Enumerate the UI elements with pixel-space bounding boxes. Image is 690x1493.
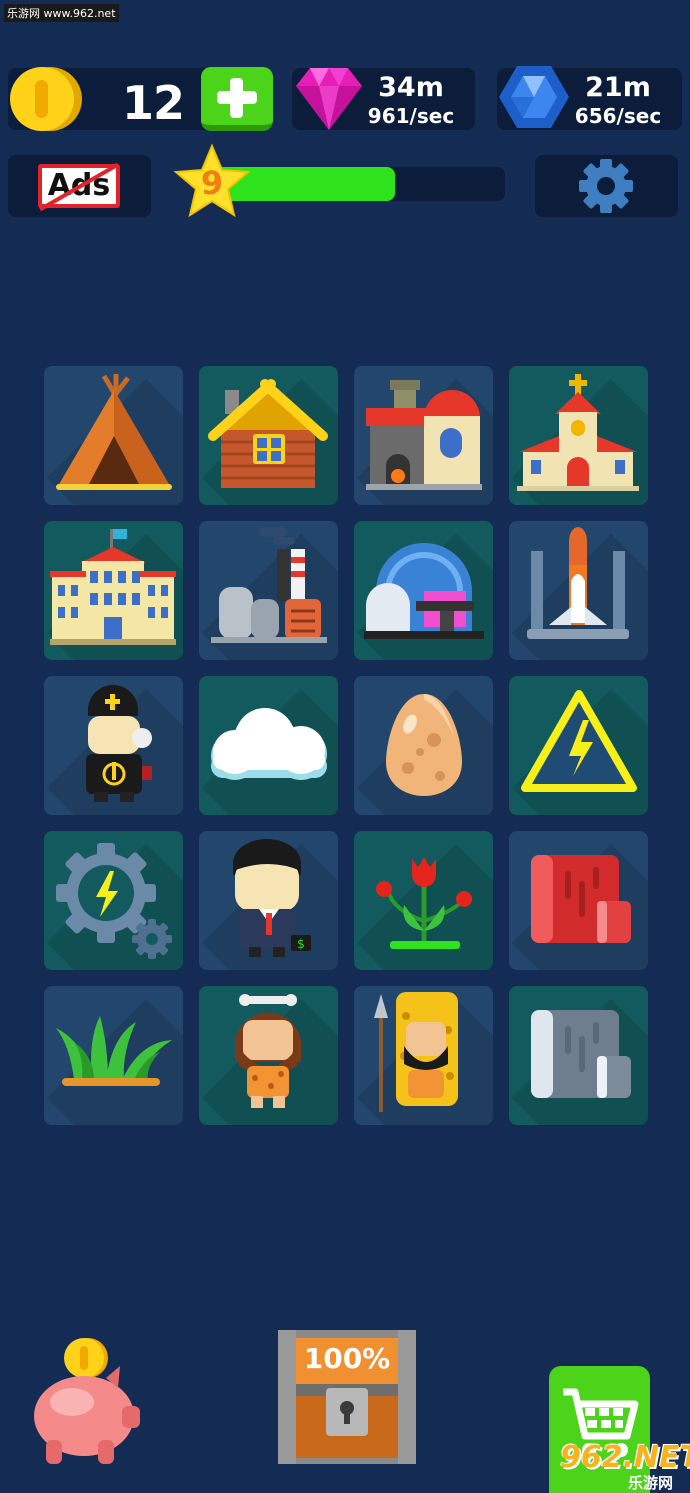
item-tile-electricity-warning[interactable] xyxy=(509,676,648,815)
item-tile-teepee[interactable] xyxy=(44,366,183,505)
pink-gem-amount: 34m xyxy=(378,72,444,103)
item-tile-cloud[interactable] xyxy=(199,676,338,815)
egg-icon xyxy=(386,694,462,796)
blue-gem-rate: 656/sec xyxy=(574,104,662,128)
pink-gem-rate: 961/sec xyxy=(367,104,455,128)
factory-icon xyxy=(211,527,327,643)
caveman-icon xyxy=(235,994,301,1108)
piggy-bank-icon[interactable] xyxy=(28,1336,148,1466)
flower-icon xyxy=(376,857,472,949)
item-tile-energy-gear[interactable] xyxy=(44,831,183,970)
item-tile-businessman[interactable]: $ xyxy=(199,831,338,970)
blue-gem-amount: 21m xyxy=(585,72,651,103)
log-cabin-icon xyxy=(208,379,328,488)
church-icon xyxy=(517,374,639,491)
teepee-icon xyxy=(56,374,172,490)
item-tile-observatory[interactable] xyxy=(354,521,493,660)
gear-icon xyxy=(579,159,633,213)
blue-gem-counter: 21m 656/sec xyxy=(497,66,682,130)
businessman-icon: $ xyxy=(233,839,311,957)
grass-icon xyxy=(56,1016,172,1086)
coin-count: 12 xyxy=(121,76,185,130)
gold-coin-icon xyxy=(10,67,82,131)
item-grid: $ xyxy=(44,366,648,1125)
energy-gear-icon xyxy=(56,843,172,959)
red-block-icon xyxy=(531,855,631,943)
item-tile-palace[interactable] xyxy=(44,521,183,660)
high-voltage-sign-icon xyxy=(521,690,637,792)
chest-progress-label: 100% xyxy=(303,1342,391,1375)
priest-icon xyxy=(86,685,152,802)
item-tile-red-fabric[interactable] xyxy=(509,831,648,970)
remove-ads-button[interactable]: Ads xyxy=(8,155,151,217)
item-tile-hunter[interactable] xyxy=(354,986,493,1125)
xp-progress-bar xyxy=(215,167,505,201)
item-tile-factory[interactable] xyxy=(199,521,338,660)
forge-house-icon xyxy=(366,380,482,490)
hunter-icon xyxy=(374,992,458,1112)
item-tile-space-shuttle[interactable] xyxy=(509,521,648,660)
site-watermark: 乐游网 www.962.net xyxy=(4,4,119,22)
pink-gem-counter: 34m 961/sec xyxy=(292,68,475,130)
pink-diamond-icon xyxy=(296,68,362,130)
settings-button[interactable] xyxy=(535,155,678,217)
palace-icon xyxy=(50,529,176,645)
blue-hexagon-gem-icon xyxy=(499,66,569,128)
item-tile-red-flowers[interactable] xyxy=(354,831,493,970)
buy-coins-button[interactable] xyxy=(201,67,273,131)
stone-block-icon xyxy=(531,1010,631,1098)
level-number: 9 xyxy=(200,164,224,202)
item-tile-church[interactable] xyxy=(509,366,648,505)
item-tile-grass[interactable] xyxy=(44,986,183,1125)
item-tile-caveman[interactable] xyxy=(199,986,338,1125)
watermark-site-name: 乐游网 xyxy=(628,1474,674,1492)
item-tile-stone[interactable] xyxy=(509,986,648,1125)
item-tile-forge-house[interactable] xyxy=(354,366,493,505)
item-tile-log-cabin[interactable] xyxy=(199,366,338,505)
svg-text:$: $ xyxy=(297,937,305,951)
observatory-icon xyxy=(364,543,484,639)
site-watermark-bottom: 962.NET 乐游网 xyxy=(560,1440,690,1492)
item-tile-priest[interactable] xyxy=(44,676,183,815)
watermark-logo-text: 962.NET xyxy=(560,1440,690,1475)
coin-counter: 12 xyxy=(8,67,273,131)
space-shuttle-icon xyxy=(527,527,629,639)
cloud-icon xyxy=(211,708,327,780)
item-tile-egg[interactable] xyxy=(354,676,493,815)
